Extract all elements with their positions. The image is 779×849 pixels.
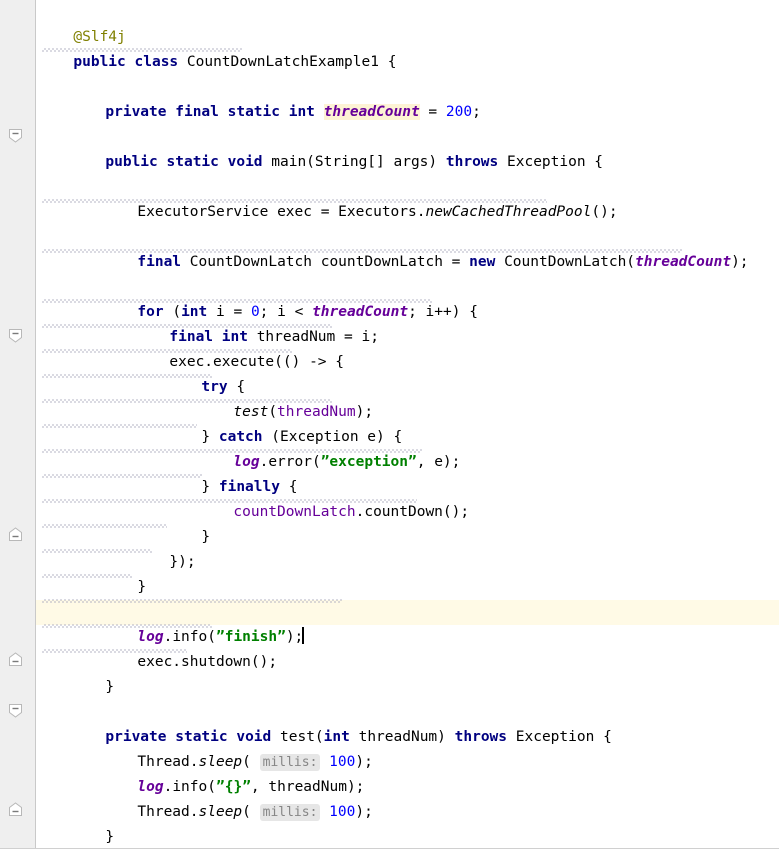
inspection-underline: [42, 299, 432, 303]
inspection-underline: [42, 449, 422, 453]
code-line[interactable]: exec.shutdown();: [0, 625, 779, 670]
code-line[interactable]: log.info(”{}”, threadNum);: [0, 750, 779, 795]
code-line[interactable]: ExecutorService exec = Executors.newCach…: [0, 175, 779, 220]
code-line[interactable]: @Slf4j: [0, 0, 779, 45]
inspection-underline: [42, 624, 212, 628]
code-line[interactable]: private final static int threadCount = 2…: [0, 75, 779, 120]
code-content[interactable]: @Slf4j public class CountDownLatchExampl…: [0, 0, 779, 848]
code-line[interactable]: }: [0, 825, 779, 848]
code-line[interactable]: final CountDownLatch countDownLatch = ne…: [0, 225, 779, 270]
inspection-underline: [42, 599, 342, 603]
code-line[interactable]: final int threadNum = i;: [0, 300, 779, 345]
fold-end-icon[interactable]: [8, 802, 23, 817]
inspection-underline: [42, 549, 152, 553]
code-line[interactable]: countDownLatch.await();//前面200个线程执行完后才执行…: [0, 575, 779, 620]
code-line[interactable]: }: [0, 500, 779, 545]
code-line[interactable]: public class CountDownLatchExample1 {: [0, 25, 779, 70]
current-code-line[interactable]: log.info(”finish”);: [0, 600, 779, 645]
fold-minus-icon[interactable]: [8, 703, 23, 718]
code-line[interactable]: for (int i = 0; i < threadCount; i++) {: [0, 275, 779, 320]
editor-gutter[interactable]: [0, 0, 36, 848]
code-line[interactable]: }: [0, 650, 779, 695]
inspection-underline: [42, 474, 202, 478]
code-line[interactable]: });: [0, 525, 779, 570]
code-line[interactable]: test(threadNum);: [0, 375, 779, 420]
fold-minus-icon[interactable]: [8, 328, 23, 343]
inspection-underline: [42, 249, 682, 253]
code-line[interactable]: public static void main(String[] args) t…: [0, 125, 779, 170]
code-line[interactable]: }: [0, 550, 779, 595]
code-editor[interactable]: @Slf4j public class CountDownLatchExampl…: [0, 0, 779, 849]
code-line[interactable]: exec.execute(() -> {: [0, 325, 779, 370]
code-line[interactable]: } finally {: [0, 450, 779, 495]
inspection-underline: [42, 574, 132, 578]
inspection-underline: [42, 374, 212, 378]
code-line[interactable]: log.error(”exception”, e);: [0, 425, 779, 470]
code-line[interactable]: Thread.sleep( millis: 100);: [0, 775, 779, 821]
inspection-underline: [42, 399, 332, 403]
inspection-underline: [42, 48, 242, 52]
inspection-underline: [42, 499, 417, 503]
code-line[interactable]: }: [0, 800, 779, 845]
fold-end-icon[interactable]: [8, 527, 23, 542]
fold-minus-icon[interactable]: [8, 128, 23, 143]
inspection-underline: [42, 199, 547, 203]
inspection-underline: [42, 349, 292, 353]
code-line[interactable]: try {: [0, 350, 779, 395]
code-line[interactable]: countDownLatch.countDown();: [0, 475, 779, 520]
fold-end-icon[interactable]: [8, 652, 23, 667]
inspection-underline: [42, 524, 167, 528]
code-line[interactable]: private static void test(int threadNum) …: [0, 700, 779, 745]
inspection-underline: [42, 649, 187, 653]
code-line[interactable]: Thread.sleep( millis: 100);: [0, 725, 779, 771]
code-line[interactable]: } catch (Exception e) {: [0, 400, 779, 445]
inspection-underline: [42, 424, 197, 428]
inspection-underline: [42, 324, 332, 328]
